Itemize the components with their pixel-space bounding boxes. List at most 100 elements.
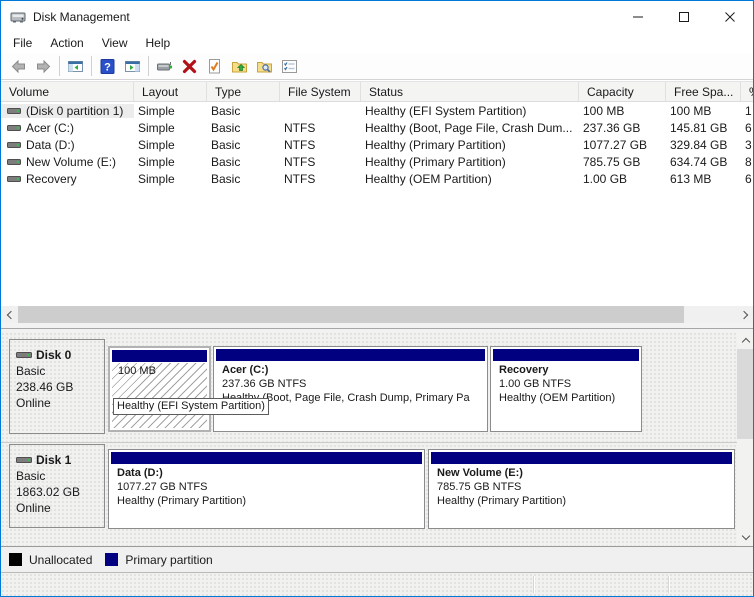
volume-status: Healthy (Primary Partition) [361,138,579,152]
table-row[interactable]: Data (D:) Simple Basic NTFS Healthy (Pri… [1,136,753,153]
unallocated-swatch [9,553,22,566]
show-console-tree-button[interactable] [63,55,88,78]
toolbar: ? [1,53,753,80]
volume-capacity: 100 MB [579,104,666,118]
partition-size: 1077.27 GB NTFS [117,480,422,494]
volume-free: 145.81 GB [666,121,741,135]
partition-label: Recovery [499,363,639,377]
chevron-right-icon [739,310,747,318]
menu-action[interactable]: Action [41,33,92,53]
partition-size: 1.00 GB NTFS [499,377,639,391]
legend-bar: Unallocated Primary partition [1,546,753,573]
scroll-left-button[interactable] [1,306,18,323]
volume-type: Basic [207,104,280,118]
pane-splitter[interactable] [1,323,753,332]
close-button[interactable] [707,1,753,32]
scroll-up-button[interactable] [737,332,754,349]
open-folder-button[interactable] [227,55,252,78]
menu-help[interactable]: Help [137,33,180,53]
column-header-status[interactable]: Status [361,82,579,101]
table-row[interactable]: New Volume (E:) Simple Basic NTFS Health… [1,153,753,170]
volume-type: Basic [207,172,280,186]
partition-new-volume-e[interactable]: New Volume (E:) 785.75 GB NTFS Healthy (… [428,449,735,529]
app-drive-icon [10,9,26,25]
volume-pct: 3 [741,138,753,152]
volume-fs: NTFS [280,138,361,152]
volume-list-header: Volume Layout Type File System Status Ca… [1,81,753,102]
partition-label: Acer (C:) [222,363,485,377]
folder-search-icon [256,58,273,75]
column-header-file-system[interactable]: File System [280,82,361,101]
back-arrow-icon [10,58,27,75]
disk-name: Disk 1 [36,452,71,468]
partition-acer-c[interactable]: Acer (C:) 237.36 GB NTFS Healthy (Boot, … [213,346,488,432]
partition-efi[interactable]: 100 MB [108,346,211,432]
vertical-scrollbar[interactable] [737,332,754,546]
view-options-button[interactable] [277,55,302,78]
show-action-pane-button[interactable] [120,55,145,78]
volume-capacity: 1.00 GB [579,172,666,186]
disk-status: Online [16,500,104,516]
menu-view[interactable]: View [93,33,137,53]
volume-pct: 8 [741,155,753,169]
close-icon [725,12,735,22]
disk1-label-panel[interactable]: Disk 1 Basic 1863.02 GB Online [9,444,105,528]
scroll-right-button[interactable] [736,306,753,323]
partition-data-d[interactable]: Data (D:) 1077.27 GB NTFS Healthy (Prima… [108,449,425,529]
volume-capacity: 1077.27 GB [579,138,666,152]
graphical-view-pane: Disk 0 Basic 238.46 GB Online 100 MB Ace… [1,332,753,546]
back-button[interactable] [6,55,31,78]
volume-status: Healthy (EFI System Partition) [361,104,579,118]
volume-free: 613 MB [666,172,741,186]
table-row[interactable]: Acer (C:) Simple Basic NTFS Healthy (Boo… [1,119,753,136]
volume-layout: Simple [134,138,207,152]
volume-list-pane: Volume Layout Type File System Status Ca… [1,81,753,323]
maximize-icon [679,12,689,22]
volume-fs: NTFS [280,121,361,135]
minimize-button[interactable] [615,1,661,32]
folder-up-icon [231,58,248,75]
partition-color-strip [216,349,485,361]
partition-size: 785.75 GB NTFS [437,480,732,494]
partition-label: Data (D:) [117,466,422,480]
volume-name: Recovery [26,172,77,186]
svg-text:?: ? [104,61,111,73]
column-header-type[interactable]: Type [207,82,280,101]
table-row[interactable]: (Disk 0 partition 1) Simple Basic Health… [1,102,753,119]
scroll-down-button[interactable] [737,529,754,546]
column-header-volume[interactable]: Volume [1,82,134,101]
horizontal-scrollbar-thumb[interactable] [18,306,684,323]
menu-bar: File Action View Help [1,32,753,53]
disk-device-icon [156,58,173,75]
column-header-capacity[interactable]: Capacity [579,82,666,101]
toolbar-separator [148,56,149,76]
checklist-icon [281,58,298,75]
menu-file[interactable]: File [4,33,41,53]
partition-label: New Volume (E:) [437,466,732,480]
help-button[interactable]: ? [95,55,120,78]
delete-volume-button[interactable] [177,55,202,78]
chevron-down-icon [741,532,749,540]
partition-status: Healthy (OEM Partition) [499,391,639,405]
column-header-layout[interactable]: Layout [134,82,207,101]
disk0-label-panel[interactable]: Disk 0 Basic 238.46 GB Online [9,339,105,434]
explore-folder-button[interactable] [252,55,277,78]
vertical-scrollbar-thumb[interactable] [737,349,754,439]
help-icon: ? [99,58,116,75]
partition-recovery[interactable]: Recovery 1.00 GB NTFS Healthy (OEM Parti… [490,346,642,432]
horizontal-scrollbar[interactable] [1,306,753,323]
volume-drive-icon [7,106,21,116]
properties-button[interactable] [202,55,227,78]
column-header-free-space[interactable]: Free Spa... [666,82,741,101]
forward-button[interactable] [31,55,56,78]
title-bar: Disk Management [1,1,753,32]
maximize-button[interactable] [661,1,707,32]
rescan-disks-button[interactable] [152,55,177,78]
table-row[interactable]: Recovery Simple Basic NTFS Healthy (OEM … [1,170,753,187]
disk-row-divider [1,442,738,443]
volume-drive-icon [7,174,21,184]
volume-drive-icon [7,123,21,133]
legend-label-unallocated: Unallocated [29,553,92,567]
column-header-percent[interactable]: % [741,82,753,101]
volume-free: 329.84 GB [666,138,741,152]
